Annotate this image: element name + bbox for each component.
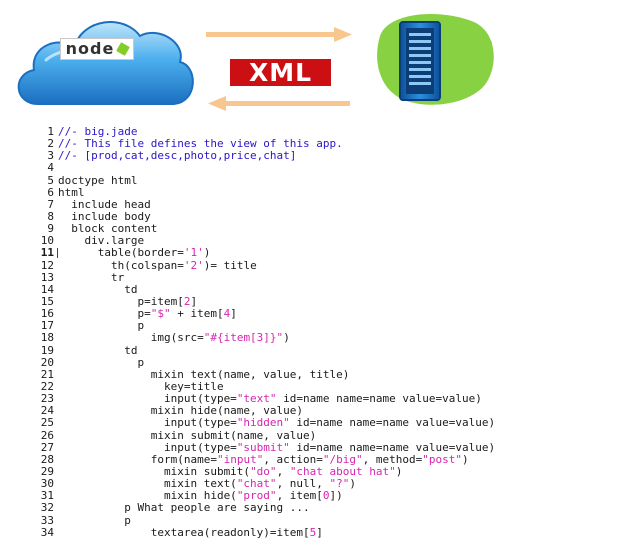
code-string: "prod" <box>236 489 277 503</box>
xml-label: XML <box>230 59 331 86</box>
code-text: ) <box>203 246 211 260</box>
code-string: "/big" <box>322 452 363 466</box>
line-number: 18 <box>40 331 54 345</box>
code-comment: //- big.jade <box>58 125 138 138</box>
line-number: 27 <box>40 440 54 454</box>
code-line: 5 doctype html <box>36 173 616 187</box>
code-text: include head <box>58 197 151 211</box>
code-text: input(type= <box>58 392 237 406</box>
code-comment: //- This file defines the view of this a… <box>58 137 343 151</box>
architecture-illustration: node XML <box>0 0 621 122</box>
code-text: key=title <box>58 379 224 393</box>
code-text: ) <box>349 477 357 491</box>
server-icon <box>377 13 494 105</box>
code-text: mixin text(name, value, title) <box>58 367 350 381</box>
code-string: '1' <box>183 246 204 260</box>
code-text: mixin submit(name, value) <box>58 428 317 442</box>
code-string: "post" <box>422 452 463 466</box>
code-text: td <box>58 343 138 357</box>
code-text: id=name name=name value=value) <box>289 440 496 454</box>
code-text: doctype html <box>58 173 138 187</box>
code-text: div.large <box>58 234 145 248</box>
line-number: 26 <box>40 428 54 442</box>
code-text: p=item[ <box>58 294 184 308</box>
code-line: 34 textarea(readonly)=item[5] <box>36 525 616 539</box>
code-text: th(colspan= <box>58 258 184 272</box>
code-string: '2' <box>183 258 204 272</box>
code-text: tr <box>58 270 125 284</box>
code-string: "chat about hat" <box>289 464 396 478</box>
code-string: "text" <box>236 392 277 406</box>
code-text: , method= <box>362 452 423 466</box>
code-text: p <box>58 319 145 333</box>
code-string: "submit" <box>236 440 290 454</box>
line-number: 34 <box>40 525 54 539</box>
code-text: ) <box>395 464 403 478</box>
code-text: id=name name=name value=value) <box>276 392 482 406</box>
code-listing: 1//- big.jade 2//- This file defines the … <box>36 125 616 539</box>
code-line: 3//- [prod,cat,desc,photo,price,chat] <box>36 150 616 162</box>
code-text: html <box>58 185 85 199</box>
code-text: ] <box>190 294 198 308</box>
code-text: )= title <box>203 258 257 272</box>
code-text: + item[ <box>170 307 224 321</box>
code-string: "input" <box>216 452 264 466</box>
code-text: p What people are saying ... <box>58 501 310 515</box>
code-text: mixin hide(name, value) <box>58 404 304 418</box>
response-arrow <box>208 96 350 111</box>
nodejs-hexagon-icon <box>116 42 131 56</box>
code-text: , null, <box>276 477 330 491</box>
nodejs-logo-text: node <box>65 39 115 58</box>
line-number: 19 <box>40 343 54 357</box>
code-text: p <box>58 355 145 369</box>
code-string: 0 <box>322 489 330 503</box>
code-string: "#{item[3]}" <box>203 331 284 345</box>
text-cursor <box>57 248 58 259</box>
code-text: , action= <box>263 452 323 466</box>
code-text: block content <box>58 222 158 236</box>
line-number: 12 <box>40 258 54 272</box>
line-number: 20 <box>40 355 54 369</box>
code-text: ] <box>316 525 323 539</box>
code-text: img(src= <box>58 331 204 345</box>
request-arrow <box>206 27 352 42</box>
code-text: textarea(readonly)=item[ <box>58 525 310 539</box>
line-number: 25 <box>40 416 54 430</box>
code-string: "chat" <box>236 477 277 491</box>
cloud-icon <box>17 21 194 105</box>
code-text: mixin text( <box>58 477 237 491</box>
code-string: "hidden" <box>236 416 290 430</box>
code-string: "$" <box>150 307 171 321</box>
nodejs-logo: node <box>60 38 134 60</box>
line-number: 4 <box>47 161 54 175</box>
code-text: td <box>58 282 138 296</box>
code-comment: //- [prod,cat,desc,photo,price,chat] <box>58 149 297 163</box>
code-string: "do" <box>250 464 277 478</box>
code-text: mixin hide( <box>58 489 237 503</box>
code-text: ] <box>230 307 237 321</box>
code-text: table(border= <box>58 246 184 260</box>
code-text: , item[ <box>276 489 323 503</box>
code-text: mixin submit( <box>58 464 251 478</box>
code-text: form(name= <box>58 452 217 466</box>
line-number: 5 <box>47 173 54 187</box>
code-text: input(type= <box>58 416 237 430</box>
code-text: id=name name=name value=value) <box>289 416 496 430</box>
code-text: ]) <box>329 489 343 503</box>
line-number: 32 <box>40 501 54 515</box>
code-string: "?" <box>329 477 350 491</box>
code-text: ) <box>462 452 469 466</box>
code-text: include body <box>58 209 151 223</box>
code-text: ) <box>283 331 290 345</box>
code-text: input(type= <box>58 440 237 454</box>
code-text: , <box>276 464 290 478</box>
line-number: 11 <box>40 246 54 260</box>
code-text: p= <box>58 307 151 321</box>
code-text: p <box>58 513 131 527</box>
line-number: 33 <box>40 513 54 527</box>
